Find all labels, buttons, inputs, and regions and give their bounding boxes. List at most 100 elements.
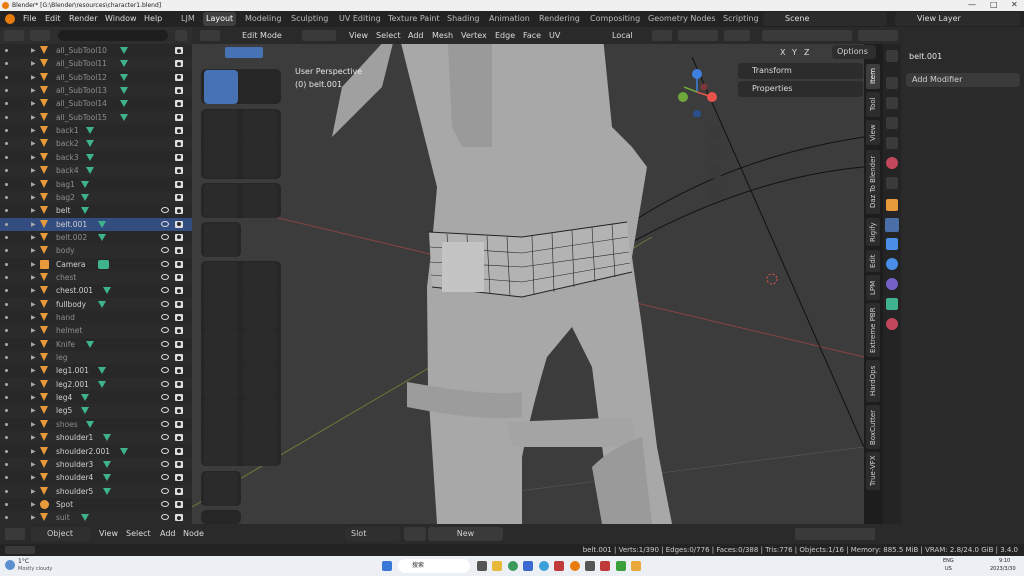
render-camera-icon[interactable] (175, 247, 183, 255)
workspace-tab-ljm[interactable]: LJM (178, 12, 198, 26)
visibility-eye-icon[interactable] (161, 340, 169, 347)
outliner-row[interactable]: ▶ leg4 (0, 391, 192, 404)
outliner-row[interactable]: ▶ all_SubTool11 (0, 57, 192, 71)
visibility-eye-icon[interactable] (161, 380, 169, 387)
clock-time[interactable]: 9:10 (999, 558, 1010, 564)
outliner-row[interactable]: ▶ bag2 (0, 190, 192, 205)
outliner-row[interactable]: ▶ leg (0, 351, 192, 365)
outliner-row[interactable]: ▶ helmet (0, 324, 192, 338)
expand-arrow-icon[interactable]: ▶ (31, 511, 36, 524)
expand-arrow-icon[interactable]: ▶ (31, 404, 36, 417)
render-camera-icon[interactable] (175, 474, 183, 482)
bottom-menu-add[interactable]: Add (160, 524, 176, 544)
outliner-row[interactable]: ▶ leg2.001 (0, 377, 192, 392)
file-explorer-icon[interactable] (492, 561, 502, 571)
visibility-eye-icon[interactable] (161, 273, 169, 280)
material-browse-button[interactable] (404, 527, 426, 541)
render-camera-icon[interactable] (175, 153, 183, 161)
expand-arrow-icon[interactable]: ▶ (31, 431, 36, 444)
inset-tool[interactable] (243, 262, 277, 296)
render-camera-icon[interactable] (175, 327, 183, 335)
node-editor-options[interactable] (795, 528, 875, 540)
workspace-tab-rendering[interactable]: Rendering (536, 12, 583, 26)
visibility-eye-icon[interactable] (161, 220, 169, 227)
slot-selector[interactable]: Slot (345, 527, 400, 541)
outliner-row[interactable]: ▶ back2 (0, 137, 192, 151)
sidebar-tab-tool[interactable]: Tool (866, 92, 880, 117)
menu-view[interactable]: View (349, 27, 368, 44)
expand-arrow-icon[interactable]: ▶ (31, 151, 36, 164)
expand-arrow-icon[interactable]: ▶ (31, 311, 36, 324)
expand-arrow-icon[interactable]: ▶ (31, 458, 36, 471)
render-camera-icon[interactable] (175, 487, 183, 495)
visibility-eye-icon[interactable] (161, 447, 169, 454)
pivot-point-icon[interactable] (652, 30, 672, 41)
expand-arrow-icon[interactable]: ▶ (31, 44, 36, 57)
workspace-tab-texture-paint[interactable]: Texture Paint (385, 12, 443, 26)
expand-arrow-icon[interactable]: ▶ (31, 498, 36, 511)
visibility-eye-icon[interactable] (161, 233, 169, 240)
workspace-tab-compositing[interactable]: Compositing (587, 12, 643, 26)
visibility-eye-icon[interactable] (161, 367, 169, 374)
expand-arrow-icon[interactable]: ▶ (31, 271, 36, 284)
menu-file[interactable]: File (23, 11, 36, 27)
expand-arrow-icon[interactable]: ▶ (31, 97, 36, 110)
expand-arrow-icon[interactable]: ▶ (31, 231, 36, 244)
render-camera-icon[interactable] (175, 273, 183, 281)
expand-arrow-icon[interactable]: ▶ (31, 378, 36, 391)
modifier-data-icon[interactable] (119, 60, 128, 68)
render-camera-icon[interactable] (175, 314, 183, 321)
expand-arrow-icon[interactable]: ▶ (31, 178, 36, 191)
modifier-data-icon[interactable] (119, 100, 128, 108)
knife-tool[interactable] (204, 330, 238, 364)
modifier-data-icon[interactable] (85, 167, 94, 175)
visibility-eye-icon[interactable] (161, 314, 169, 320)
modifier-data-icon[interactable] (85, 340, 94, 348)
sidebar-tab-daz-to-blender[interactable]: Daz To Blender (866, 150, 880, 214)
menu-render[interactable]: Render (69, 11, 97, 27)
render-camera-icon[interactable] (175, 140, 183, 148)
app-icon-4[interactable] (616, 561, 626, 571)
chrome-icon[interactable] (508, 561, 518, 571)
menu-face[interactable]: Face (523, 27, 541, 44)
properties-panel[interactable]: Properties (738, 81, 863, 97)
expand-arrow-icon[interactable]: ▶ (31, 258, 36, 271)
outliner-row[interactable]: ▶ shoes (0, 418, 192, 431)
render-camera-icon[interactable] (175, 460, 183, 468)
rotate-tool[interactable] (243, 110, 277, 144)
expand-arrow-icon[interactable]: ▶ (31, 485, 36, 498)
render-camera-icon[interactable] (175, 394, 183, 402)
scale-tool[interactable] (204, 144, 238, 178)
menu-add[interactable]: Add (408, 27, 424, 44)
expand-arrow-icon[interactable]: ▶ (31, 471, 36, 484)
close-button[interactable]: ✕ (1011, 0, 1018, 10)
pan-hand-icon[interactable] (708, 145, 722, 159)
modifier-data-icon[interactable] (98, 367, 107, 375)
edge-slide-tool[interactable] (204, 398, 238, 432)
menu-edge[interactable]: Edge (495, 27, 515, 44)
workspace-tab-scripting[interactable]: Scripting (720, 12, 762, 26)
expand-arrow-icon[interactable]: ▶ (31, 204, 36, 217)
render-camera-icon[interactable] (175, 207, 183, 215)
expand-arrow-icon[interactable]: ▶ (31, 191, 36, 204)
outliner-row[interactable]: ▶ leg5 (0, 404, 192, 418)
workspace-tab-modeling[interactable]: Modeling (242, 12, 284, 26)
render-camera-icon[interactable] (175, 300, 183, 308)
menu-edit[interactable]: Edit (45, 11, 61, 27)
add-cube-tool[interactable] (204, 223, 238, 257)
render-camera-icon[interactable] (175, 193, 183, 201)
sidebar-tab-hardops[interactable]: HardOps (866, 360, 880, 402)
render-camera-icon[interactable] (175, 233, 183, 241)
outliner-row[interactable]: ▶ shoulder1 (0, 431, 192, 445)
output-properties-icon[interactable] (886, 97, 898, 109)
weather-icon[interactable] (5, 560, 15, 570)
blender-menu-icon[interactable] (5, 14, 15, 24)
outliner-row[interactable]: ▶ hand (0, 311, 192, 324)
loop-cut-tool[interactable] (243, 296, 277, 330)
select-mode-buttons[interactable] (302, 30, 336, 41)
render-properties-icon[interactable] (886, 77, 898, 89)
visibility-eye-icon[interactable] (161, 287, 169, 294)
object-properties-icon[interactable] (886, 199, 898, 211)
render-camera-icon[interactable] (175, 500, 183, 508)
zoom-icon[interactable] (708, 125, 722, 139)
